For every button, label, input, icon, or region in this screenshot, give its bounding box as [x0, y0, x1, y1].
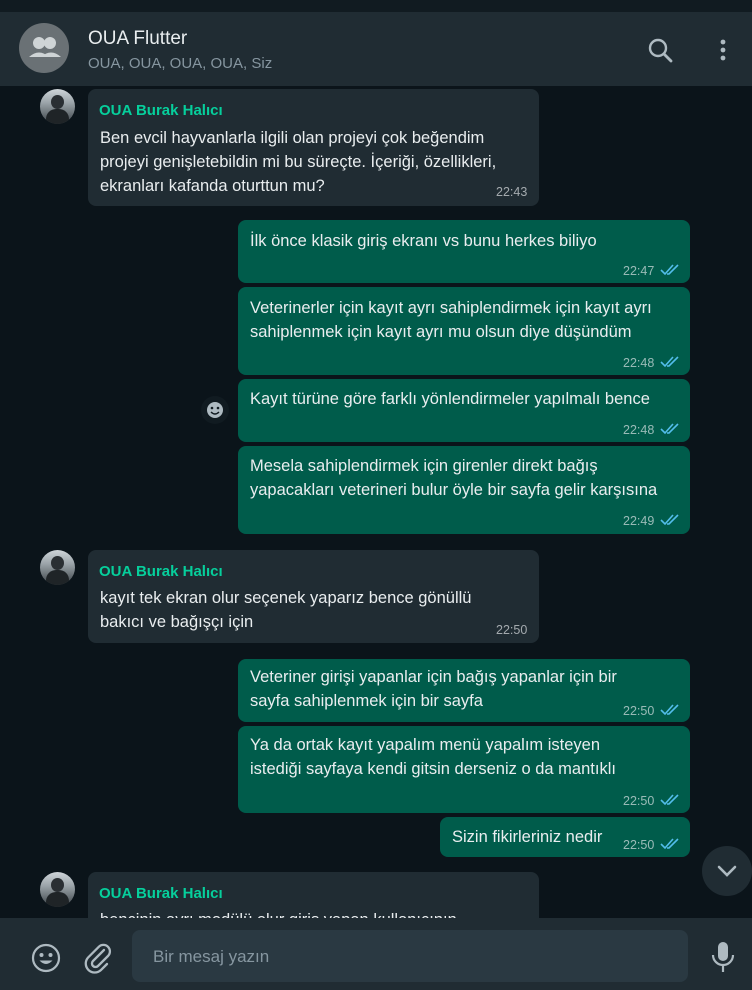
message-bubble-incoming[interactable]: OUA Burak Halıcı bencinin ayrı modülü ol… [88, 872, 539, 918]
double-check-icon [660, 704, 679, 716]
message-text: Veteriner girişi yapanlar için bağış yap… [250, 668, 617, 710]
sender-avatar[interactable] [40, 550, 75, 585]
group-icon [29, 37, 61, 57]
sender-name: OUA Burak Halıcı [99, 102, 223, 119]
message-text: Ya da ortak kayıt yapalım menü yapalım i… [250, 736, 616, 778]
paperclip-icon[interactable] [82, 940, 112, 974]
double-check-icon [660, 514, 679, 526]
menu-icon[interactable] [712, 36, 734, 64]
group-avatar[interactable] [19, 23, 69, 73]
double-check-icon [660, 264, 679, 276]
message-bubble-outgoing[interactable]: Ya da ortak kayıt yapalım menü yapalım i… [238, 726, 690, 813]
message-text: Mesela sahiplendirmek için girenler dire… [250, 457, 658, 499]
message-bubble-incoming[interactable]: OUA Burak Halıcı Ben evcil hayvanlarla i… [88, 89, 539, 206]
message-bubble-incoming[interactable]: OUA Burak Halıcı kayıt tek ekran olur se… [88, 550, 539, 643]
search-icon[interactable] [646, 36, 674, 64]
scroll-to-bottom-button[interactable] [702, 846, 752, 896]
message-text: İlk önce klasik giriş ekranı vs bunu her… [250, 232, 597, 250]
chat-header[interactable]: OUA Flutter OUA, OUA, OUA, OUA, Siz [0, 12, 752, 86]
message-bubble-outgoing[interactable]: Veteriner girişi yapanlar için bağış yap… [238, 659, 690, 722]
chat-title: OUA Flutter [88, 28, 188, 49]
emoji-icon[interactable] [30, 942, 62, 974]
message-text: Kayıt türüne göre farklı yönlendirmeler … [250, 390, 650, 408]
message-text: kayıt tek ekran olur seçenek yaparız ben… [100, 589, 472, 631]
sender-name: OUA Burak Halıcı [99, 563, 223, 580]
emoji-reaction-button[interactable] [201, 396, 229, 424]
sender-avatar[interactable] [40, 872, 75, 907]
message-bubble-outgoing[interactable]: Veterinerler için kayıt ayrı sahiplendir… [238, 287, 690, 375]
message-text: bencinin ayrı modülü olur giriş yapan ku… [100, 908, 457, 918]
sender-avatar[interactable] [40, 89, 75, 124]
message-bubble-outgoing[interactable]: Kayıt türüne göre farklı yönlendirmeler … [238, 379, 690, 442]
message-list[interactable]: OUA Burak Halıcı Ben evcil hayvanlarla i… [0, 86, 752, 918]
message-text: Ben evcil hayvanlarla ilgili olan projey… [100, 129, 497, 195]
message-time: 22:50 [496, 623, 528, 637]
double-check-icon [660, 356, 679, 368]
double-check-icon [660, 423, 679, 435]
message-time: 22:43 [496, 185, 528, 199]
message-time: 22:47 [623, 264, 655, 278]
message-text: Veterinerler için kayıt ayrı sahiplendir… [250, 299, 652, 341]
message-time: 22:50 [623, 704, 655, 718]
microphone-icon[interactable] [710, 940, 736, 974]
chat-participants: OUA, OUA, OUA, OUA, Siz [88, 55, 273, 72]
chevron-down-icon [717, 865, 737, 877]
message-input-placeholder: Bir mesaj yazın [153, 947, 270, 966]
message-time: 22:49 [623, 514, 655, 528]
sender-name: OUA Burak Halıcı [99, 885, 223, 902]
message-bubble-outgoing[interactable]: İlk önce klasik giriş ekranı vs bunu her… [238, 220, 690, 283]
message-input[interactable]: Bir mesaj yazın [132, 930, 688, 982]
message-text: Sizin fikirleriniz nedir [452, 828, 603, 846]
message-bubble-outgoing[interactable]: Mesela sahiplendirmek için girenler dire… [238, 446, 690, 534]
window-top-strip [0, 0, 752, 12]
message-time: 22:48 [623, 356, 655, 370]
message-bubble-outgoing[interactable]: Sizin fikirleriniz nedir 22:50 [440, 817, 690, 857]
double-check-icon [660, 794, 679, 806]
message-time: 22:48 [623, 423, 655, 437]
message-time: 22:50 [623, 794, 655, 808]
double-check-icon [660, 838, 679, 850]
message-time: 22:50 [623, 838, 655, 852]
composer-bar: Bir mesaj yazın [0, 918, 752, 990]
emoji-icon [207, 402, 223, 418]
